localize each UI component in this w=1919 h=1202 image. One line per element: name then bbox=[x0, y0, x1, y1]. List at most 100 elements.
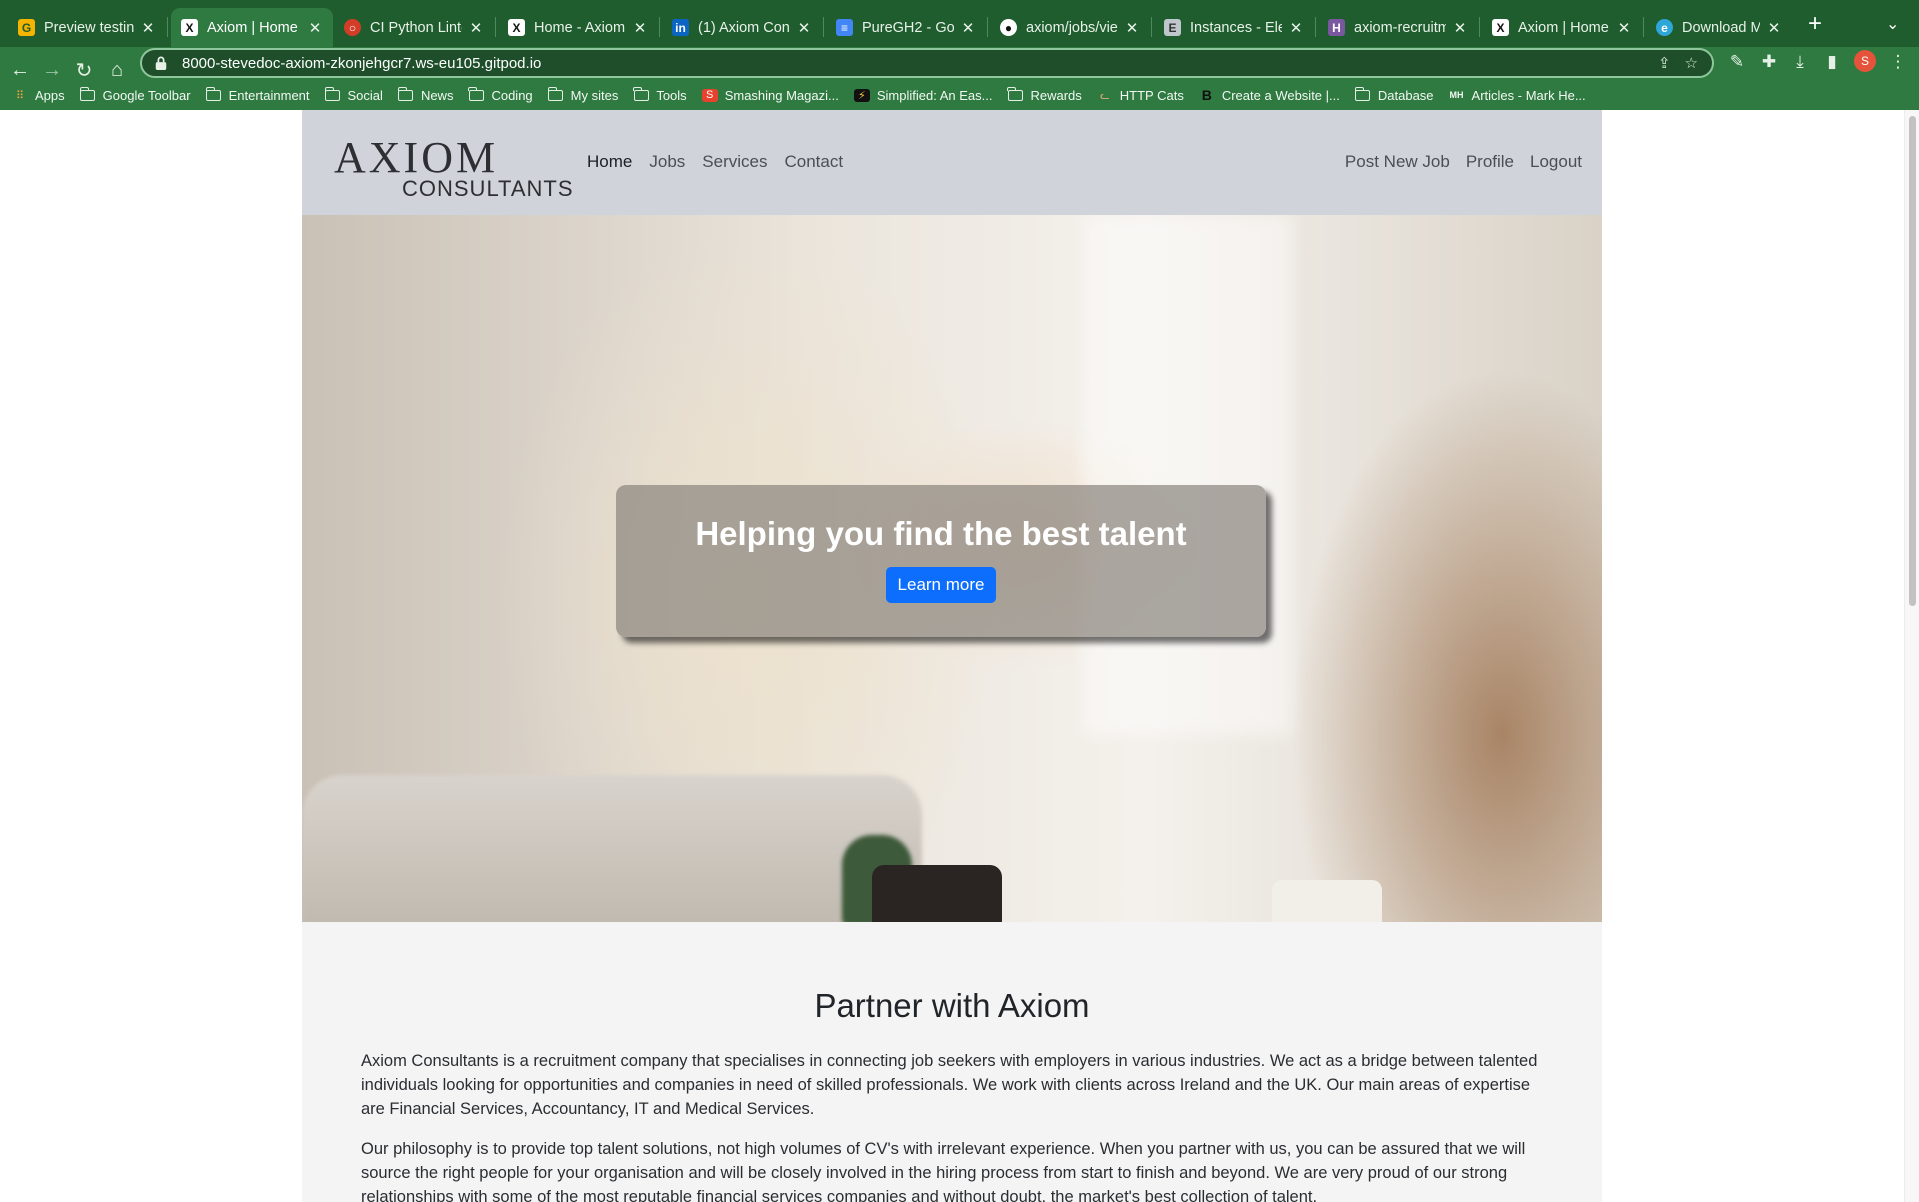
tab-github[interactable]: ● axiom/jobs/view ✕ bbox=[990, 8, 1150, 47]
side-panel-icon[interactable]: ▮ bbox=[1820, 50, 1844, 74]
browser-menu-icon[interactable]: ⋮ bbox=[1886, 50, 1910, 74]
bookmark-simplified[interactable]: ⚡ Simplified: An Eas... bbox=[853, 88, 992, 103]
about-section: Partner with Axiom Axiom Consultants is … bbox=[302, 922, 1602, 1202]
close-icon[interactable]: ✕ bbox=[1452, 19, 1468, 37]
nav-jobs[interactable]: Jobs bbox=[649, 152, 685, 172]
bookmark-smashing[interactable]: S Smashing Magazi... bbox=[701, 87, 839, 103]
bookmark-create-website[interactable]: B Create a Website |... bbox=[1199, 87, 1340, 103]
tab-divider bbox=[823, 17, 824, 37]
tab-divider bbox=[659, 17, 660, 37]
bookmark-http-cats[interactable]: ᓚ HTTP Cats bbox=[1097, 88, 1184, 103]
bookmark-google-toolbar[interactable]: Google Toolbar bbox=[79, 86, 191, 103]
main-nav: Home Jobs Services Contact bbox=[587, 152, 860, 172]
axiom-logo[interactable]: AXIOM CONSULTANTS bbox=[334, 136, 574, 200]
folder-icon bbox=[205, 86, 222, 102]
tab-title: CI Python Linter bbox=[370, 19, 462, 36]
bolt-icon: ⚡ bbox=[853, 88, 870, 102]
nav-home[interactable]: Home bbox=[587, 152, 632, 172]
extensions-puzzle-icon[interactable]: ✚ bbox=[1757, 50, 1781, 74]
bookmark-label: Articles - Mark He... bbox=[1471, 87, 1586, 103]
close-icon[interactable]: ✕ bbox=[1124, 19, 1140, 37]
elephant-icon: E bbox=[1164, 19, 1181, 36]
folder-icon bbox=[468, 86, 484, 102]
tab-home-axiom[interactable]: X Home - Axiom C ✕ bbox=[498, 8, 658, 47]
close-icon[interactable]: ✕ bbox=[960, 19, 976, 37]
bookmark-label: Rewards bbox=[1030, 87, 1082, 103]
scrollbar-thumb[interactable] bbox=[1909, 116, 1916, 606]
new-tab-plus-icon[interactable]: + bbox=[1808, 10, 1822, 38]
linkedin-icon: in bbox=[672, 19, 689, 36]
close-icon[interactable]: ✕ bbox=[468, 19, 484, 37]
bookmark-my-sites[interactable]: My sites bbox=[547, 86, 619, 103]
bookmark-star-icon[interactable]: ☆ bbox=[1685, 54, 1698, 72]
pen-extension-icon[interactable]: ✎ bbox=[1725, 50, 1749, 74]
bookmark-tools[interactable]: Tools bbox=[633, 86, 687, 103]
tab-google-docs[interactable]: ≡ PureGH2 - Goog ✕ bbox=[826, 8, 986, 47]
tab-divider bbox=[1479, 17, 1480, 37]
hero-background-image bbox=[1082, 215, 1292, 735]
tab-title: Axiom | Home bbox=[1518, 19, 1609, 36]
bookmark-apps[interactable]: ⠿ Apps bbox=[12, 88, 65, 103]
bookmark-label: Entertainment bbox=[228, 87, 310, 103]
close-icon[interactable]: ✕ bbox=[140, 19, 156, 37]
tab-search-chevron-icon[interactable]: ⌄ bbox=[1886, 14, 1899, 34]
tab-linkedin[interactable]: in (1) Axiom Consu ✕ bbox=[662, 8, 822, 47]
profile-avatar[interactable]: S bbox=[1854, 50, 1876, 72]
nav-logout[interactable]: Logout bbox=[1530, 152, 1582, 172]
tab-preview-testing[interactable]: G Preview testing. ✕ bbox=[8, 8, 166, 47]
bookmark-label: Google Toolbar bbox=[102, 87, 191, 103]
tab-title: axiom/jobs/view bbox=[1026, 19, 1118, 36]
tab-divider bbox=[987, 17, 988, 37]
close-icon[interactable]: ✕ bbox=[1616, 19, 1632, 37]
bookmark-label: My sites bbox=[570, 87, 619, 103]
tab-divider bbox=[1315, 17, 1316, 37]
site-container: AXIOM CONSULTANTS Home Jobs Services Con… bbox=[302, 110, 1602, 1202]
share-icon[interactable]: ⇪ bbox=[1658, 54, 1671, 72]
nav-post-new-job[interactable]: Post New Job bbox=[1345, 152, 1450, 172]
bookmark-label: Smashing Magazi... bbox=[724, 87, 839, 103]
x-icon: X bbox=[181, 19, 198, 36]
tab-strip: G Preview testing. ✕ X Axiom | Home ✕ ○ … bbox=[0, 0, 1919, 47]
bookmark-news[interactable]: News bbox=[397, 86, 453, 103]
tab-axiom-home[interactable]: X Axiom | Home ✕ bbox=[171, 8, 333, 47]
tab-ci-python-linter[interactable]: ○ CI Python Linter ✕ bbox=[334, 8, 494, 47]
tab-axiom-home-2[interactable]: X Axiom | Home ✕ bbox=[1482, 8, 1642, 47]
bookmark-social[interactable]: Social bbox=[324, 86, 383, 103]
close-icon[interactable]: ✕ bbox=[307, 19, 323, 37]
close-icon[interactable]: ✕ bbox=[796, 19, 812, 37]
nav-profile[interactable]: Profile bbox=[1466, 152, 1514, 172]
hero-cup-shape bbox=[872, 865, 1002, 922]
nav-contact[interactable]: Contact bbox=[784, 152, 843, 172]
address-bar[interactable]: 8000-stevedoc-axiom-zkonjehgcr7.ws-eu105… bbox=[140, 48, 1714, 78]
learn-more-button[interactable]: Learn more bbox=[885, 567, 997, 603]
bookmark-rewards[interactable]: Rewards bbox=[1007, 86, 1082, 103]
nav-services[interactable]: Services bbox=[702, 152, 767, 172]
cat-icon: ᓚ bbox=[1100, 89, 1110, 102]
b-icon: B bbox=[1201, 87, 1212, 103]
docs-icon: ≡ bbox=[836, 19, 853, 36]
bookmark-entertainment[interactable]: Entertainment bbox=[205, 86, 310, 103]
smashing-icon: S bbox=[701, 88, 718, 102]
close-icon[interactable]: ✕ bbox=[632, 19, 648, 37]
close-icon[interactable]: ✕ bbox=[1288, 19, 1304, 37]
close-icon[interactable]: ✕ bbox=[1766, 19, 1782, 37]
tab-download-edge[interactable]: e Download Micro ✕ bbox=[1646, 8, 1792, 47]
page-viewport: AXIOM CONSULTANTS Home Jobs Services Con… bbox=[0, 110, 1919, 1202]
heroku-icon: H bbox=[1328, 19, 1345, 36]
folder-icon bbox=[633, 86, 649, 102]
folder-icon bbox=[1354, 86, 1371, 102]
download-icon[interactable]: ⤓ bbox=[1788, 50, 1812, 74]
bookmark-articles[interactable]: MH Articles - Mark He... bbox=[1449, 88, 1586, 103]
tab-heroku[interactable]: H axiom-recruitme ✕ bbox=[1318, 8, 1478, 47]
tab-elephantsql[interactable]: E Instances - Elep ✕ bbox=[1154, 8, 1314, 47]
x-icon: X bbox=[1492, 19, 1509, 36]
tab-title: Instances - Elep bbox=[1190, 19, 1282, 36]
about-heading: Partner with Axiom bbox=[814, 987, 1090, 1024]
bookmark-database[interactable]: Database bbox=[1354, 86, 1434, 103]
page-scrollbar[interactable] bbox=[1904, 110, 1919, 1202]
hero-cup-shape bbox=[1272, 880, 1382, 922]
tab-divider bbox=[1151, 17, 1152, 37]
bookmark-coding[interactable]: Coding bbox=[468, 86, 533, 103]
edge-icon: e bbox=[1656, 19, 1673, 36]
about-paragraph-2: Our philosophy is to provide top talent … bbox=[361, 1140, 1526, 1202]
